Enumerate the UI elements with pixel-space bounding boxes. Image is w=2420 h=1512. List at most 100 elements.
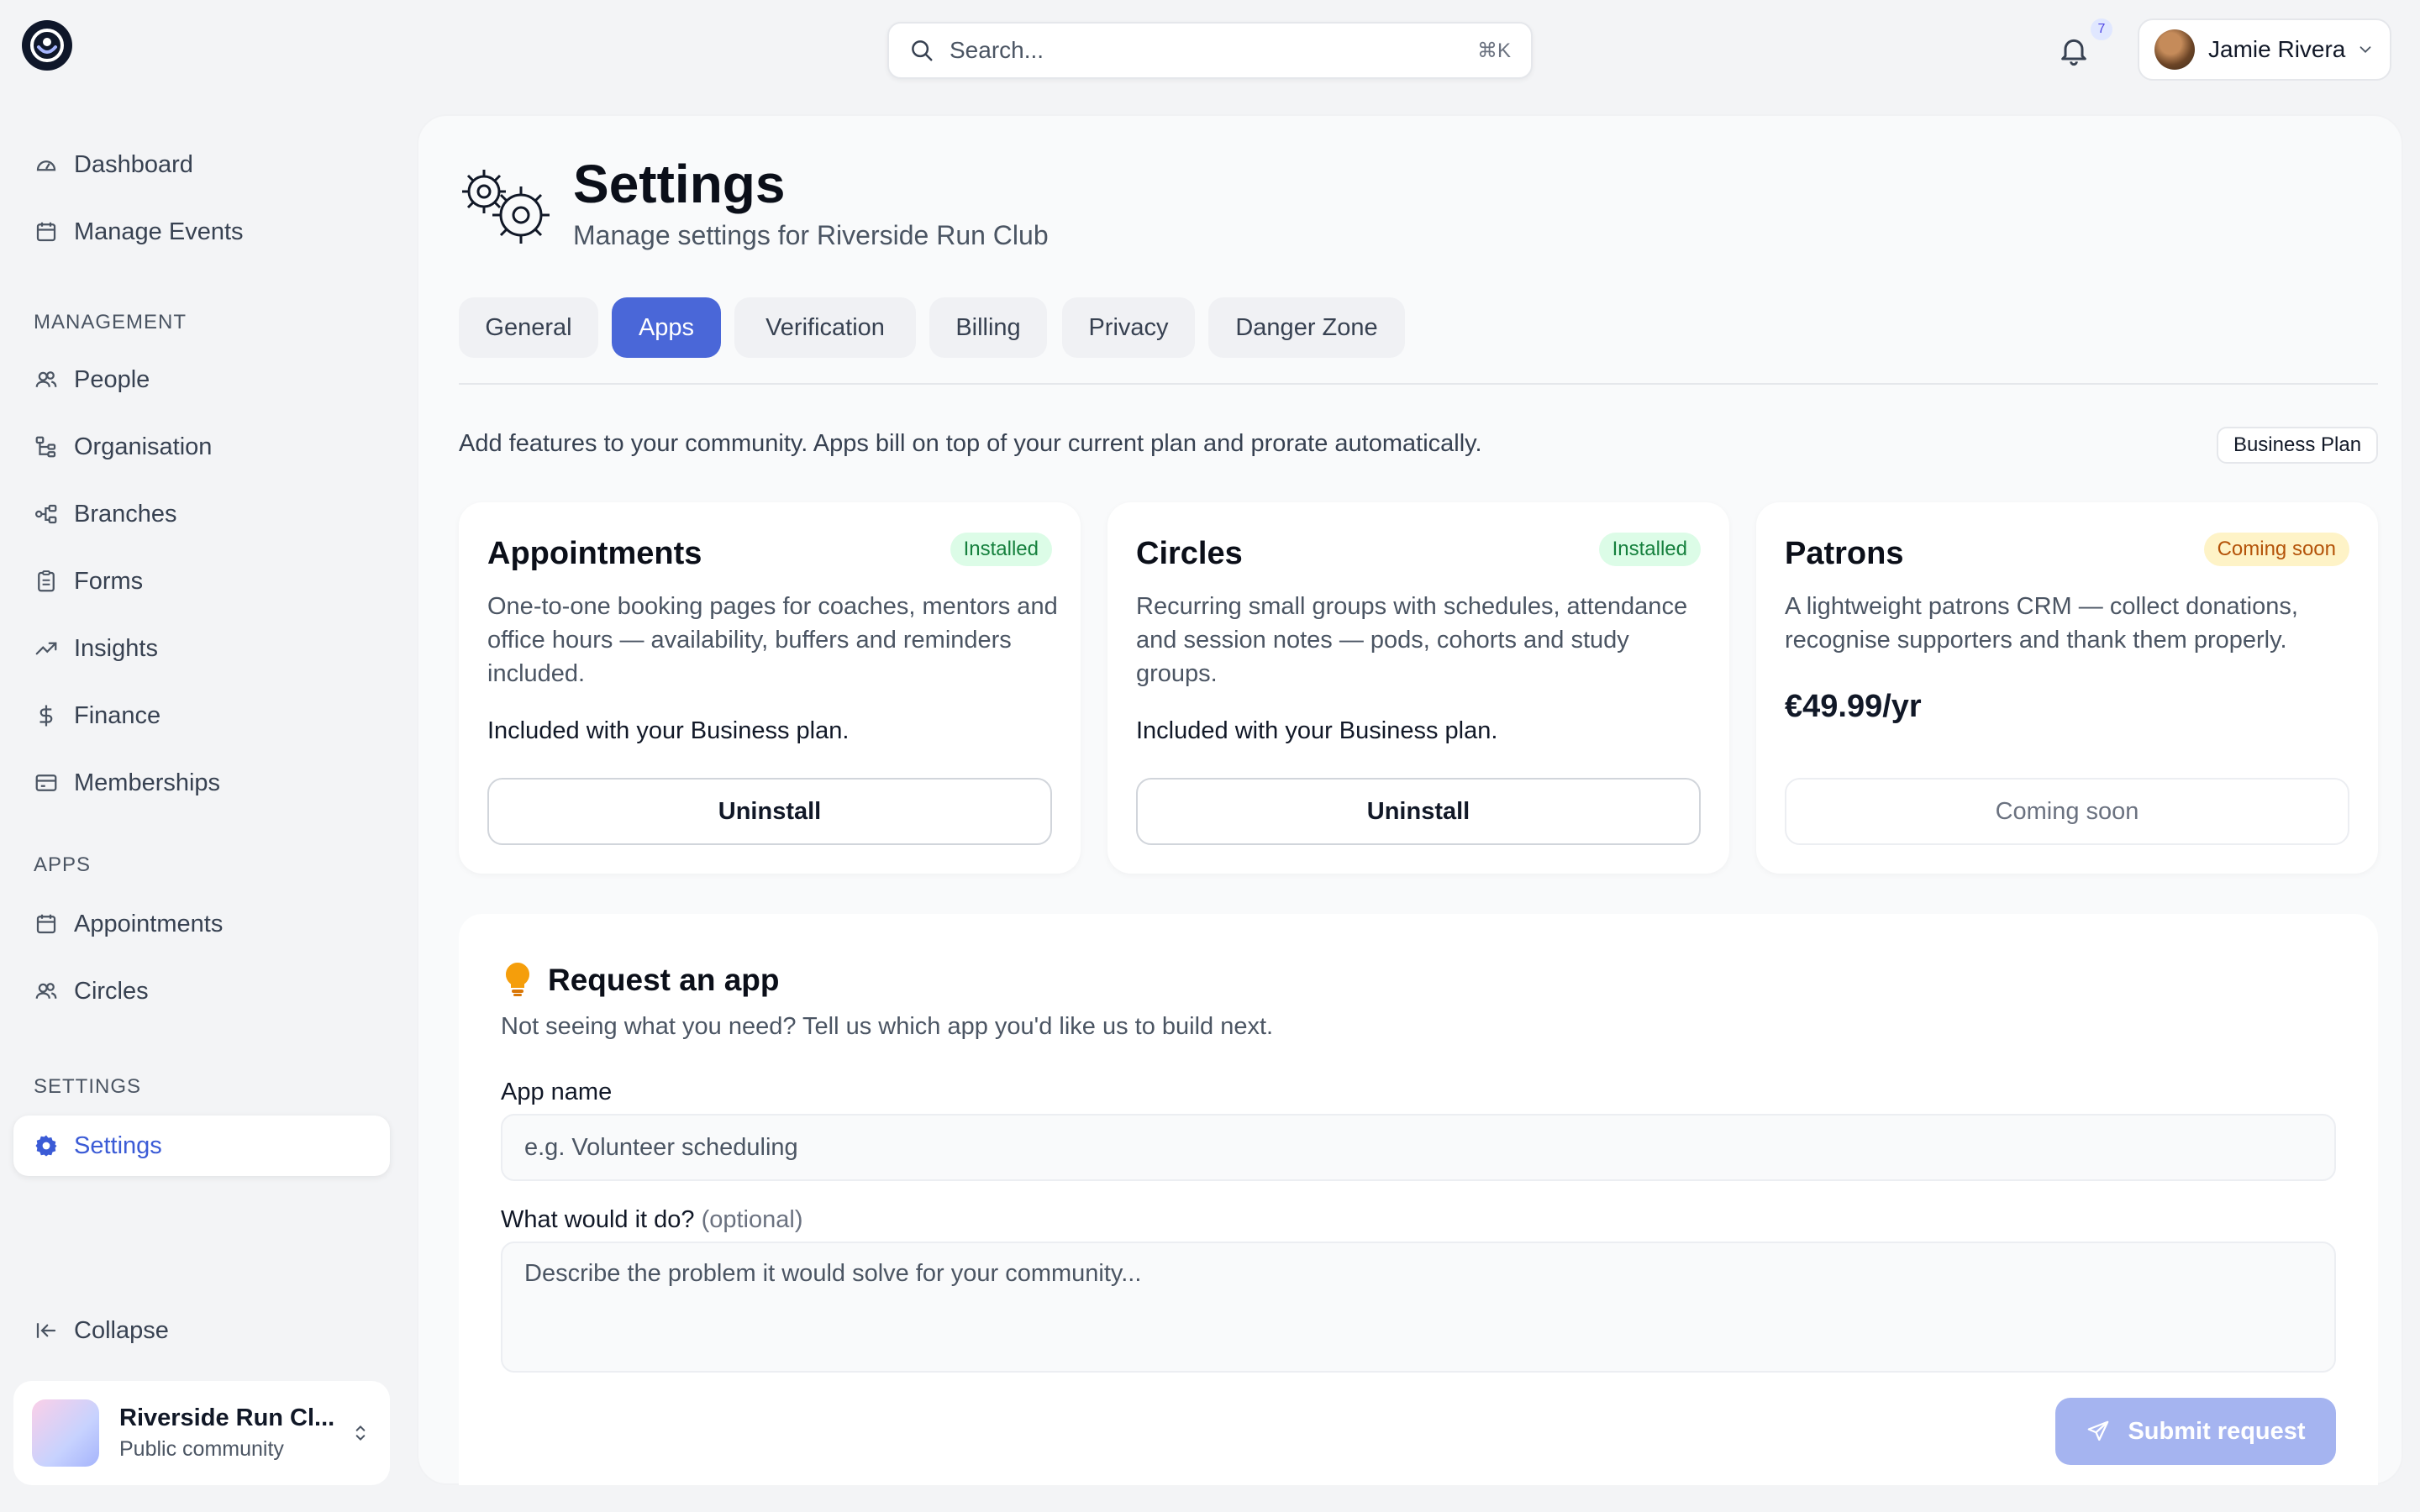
send-icon (2088, 1420, 2109, 1441)
user-menu[interactable]: Jamie Rivera (2138, 18, 2391, 81)
uninstall-button[interactable]: Uninstall (1136, 778, 1701, 845)
app-included-note: Included with your Business plan. (487, 717, 850, 744)
app-card-patrons: Patrons Coming soon A lightweight patron… (1756, 502, 2378, 874)
sidebar-item-people[interactable]: People (13, 349, 390, 410)
gauge-icon (36, 160, 56, 171)
tab-verification[interactable]: Verification (734, 297, 916, 358)
sidebar-item-label: Circles (74, 977, 149, 1005)
sidebar-item-label: Appointments (74, 910, 224, 937)
calendar-icon (36, 222, 56, 242)
status-badge: Coming soon (2203, 533, 2349, 566)
sidebar-item-branches[interactable]: Branches (13, 484, 390, 544)
sidebar-item-circles[interactable]: Circles (13, 961, 390, 1021)
trend-icon (35, 642, 57, 655)
community-switcher[interactable]: Riverside Run Cl... Public community (13, 1381, 390, 1485)
calendar-icon (36, 914, 56, 934)
page-subtitle: Manage settings for Riverside Run Club (573, 220, 1049, 250)
app-included-note: Included with your Business plan. (1136, 717, 1498, 744)
app-description: Recurring small groups with schedules, a… (1136, 593, 1688, 687)
request-title: Request an app (548, 963, 780, 997)
app-price: €49.99/yr (1785, 689, 1922, 724)
sidebar-item-label: Manage Events (74, 218, 244, 245)
app-logo[interactable] (22, 20, 72, 71)
app-description: A lightweight patrons CRM — collect dona… (1785, 593, 2298, 654)
sidebar-item-label: Finance (74, 701, 161, 729)
sidebar-item-label: People (74, 365, 150, 393)
tab-billing[interactable]: Billing (929, 297, 1047, 358)
collapse-icon (36, 1323, 56, 1338)
dollar-icon (39, 705, 53, 727)
plan-badge: Business Plan (2217, 427, 2378, 464)
sidebar-item-label: Organisation (74, 433, 213, 460)
sidebar-item-organisation[interactable]: Organisation (13, 417, 390, 477)
sidebar-item-appointments[interactable]: Appointments (13, 894, 390, 954)
status-badge: Installed (1598, 533, 1701, 566)
app-card-appointments: Appointments Installed One-to-one bookin… (459, 502, 1081, 874)
org-tree-icon (35, 436, 56, 458)
gears-icon (462, 170, 550, 244)
sidebar-item-label: Branches (74, 500, 177, 528)
page-title: Settings (573, 154, 786, 214)
tab-danger-zone[interactable]: Danger Zone (1208, 297, 1405, 358)
sidebar-item-label: Settings (74, 1131, 162, 1159)
sidebar-item-insights[interactable]: Insights (13, 618, 390, 679)
section-label-apps: APPS (34, 853, 92, 876)
sidebar-item-settings[interactable]: Settings (13, 1116, 390, 1176)
coming-soon-button: Coming soon (1785, 778, 2349, 845)
chevron-up-down-icon (355, 1425, 366, 1441)
app-name-input[interactable]: e.g. Volunteer scheduling (501, 1114, 2336, 1181)
description-textarea[interactable]: Describe the problem it would solve for … (501, 1242, 2336, 1373)
users-icon (35, 371, 57, 387)
branches-icon (35, 504, 57, 524)
tab-apps[interactable]: Apps (612, 297, 721, 358)
collapse-label: Collapse (74, 1316, 169, 1344)
users-icon (35, 983, 57, 999)
app-description: One-to-one booking pages for coaches, me… (487, 593, 1058, 687)
card-icon (35, 774, 57, 791)
app-name-label: App name (501, 1079, 613, 1105)
tabs-divider (459, 383, 2378, 385)
sidebar-item-finance[interactable]: Finance (13, 685, 390, 746)
apps-intro-text: Add features to your community. Apps bil… (459, 430, 1482, 457)
app-card-circles: Circles Installed Recurring small groups… (1107, 502, 1729, 874)
sidebar-item-forms[interactable]: Forms (13, 551, 390, 612)
sidebar-item-memberships[interactable]: Memberships (13, 753, 390, 813)
tab-general[interactable]: General (459, 297, 598, 358)
search-input[interactable]: Search... (950, 37, 1477, 64)
community-avatar (32, 1399, 99, 1467)
clipboard-icon (38, 570, 55, 592)
optional-hint: (optional) (701, 1206, 803, 1233)
uninstall-button[interactable]: Uninstall (487, 778, 1052, 845)
description-label-text: What would it do? (501, 1206, 695, 1233)
app-name: Appointments (487, 536, 702, 571)
avatar (2154, 29, 2195, 70)
search-shortcut: ⌘K (1476, 39, 1511, 62)
search-bar[interactable]: Search... ⌘K (887, 22, 1533, 79)
submit-request-button[interactable]: Submit request (2055, 1398, 2336, 1465)
gear-icon (35, 1135, 57, 1157)
sidebar-item-label: Insights (74, 634, 158, 662)
app-name: Circles (1136, 536, 1243, 571)
bell-icon (2061, 39, 2086, 66)
tab-privacy[interactable]: Privacy (1062, 297, 1195, 358)
request-app-section: Request an app Not seeing what you need?… (459, 914, 2378, 1485)
section-label-management: MANAGEMENT (34, 311, 187, 333)
sidebar-item-manage-events[interactable]: Manage Events (13, 202, 390, 262)
section-label-settings: SETTINGS (34, 1075, 142, 1098)
sidebar-item-label: Forms (74, 567, 144, 595)
submit-label: Submit request (2128, 1417, 2306, 1445)
notifications-button[interactable] (2057, 34, 2091, 67)
description-label: What would it do? (optional) (501, 1206, 802, 1234)
notification-count-badge: 7 (2091, 18, 2112, 40)
user-name: Jamie Rivera (2208, 36, 2346, 62)
lightbulb-icon (505, 963, 530, 996)
search-icon (912, 40, 933, 61)
status-badge: Installed (950, 533, 1052, 566)
community-name: Riverside Run Cl... (119, 1404, 335, 1431)
collapse-sidebar-button[interactable]: Collapse (13, 1300, 390, 1361)
community-type: Public community (119, 1437, 284, 1461)
chevron-down-icon (2360, 46, 2371, 54)
app-name: Patrons (1785, 536, 1904, 571)
sidebar-item-dashboard[interactable]: Dashboard (13, 134, 390, 195)
request-subtitle: Not seeing what you need? Tell us which … (501, 1013, 1274, 1040)
